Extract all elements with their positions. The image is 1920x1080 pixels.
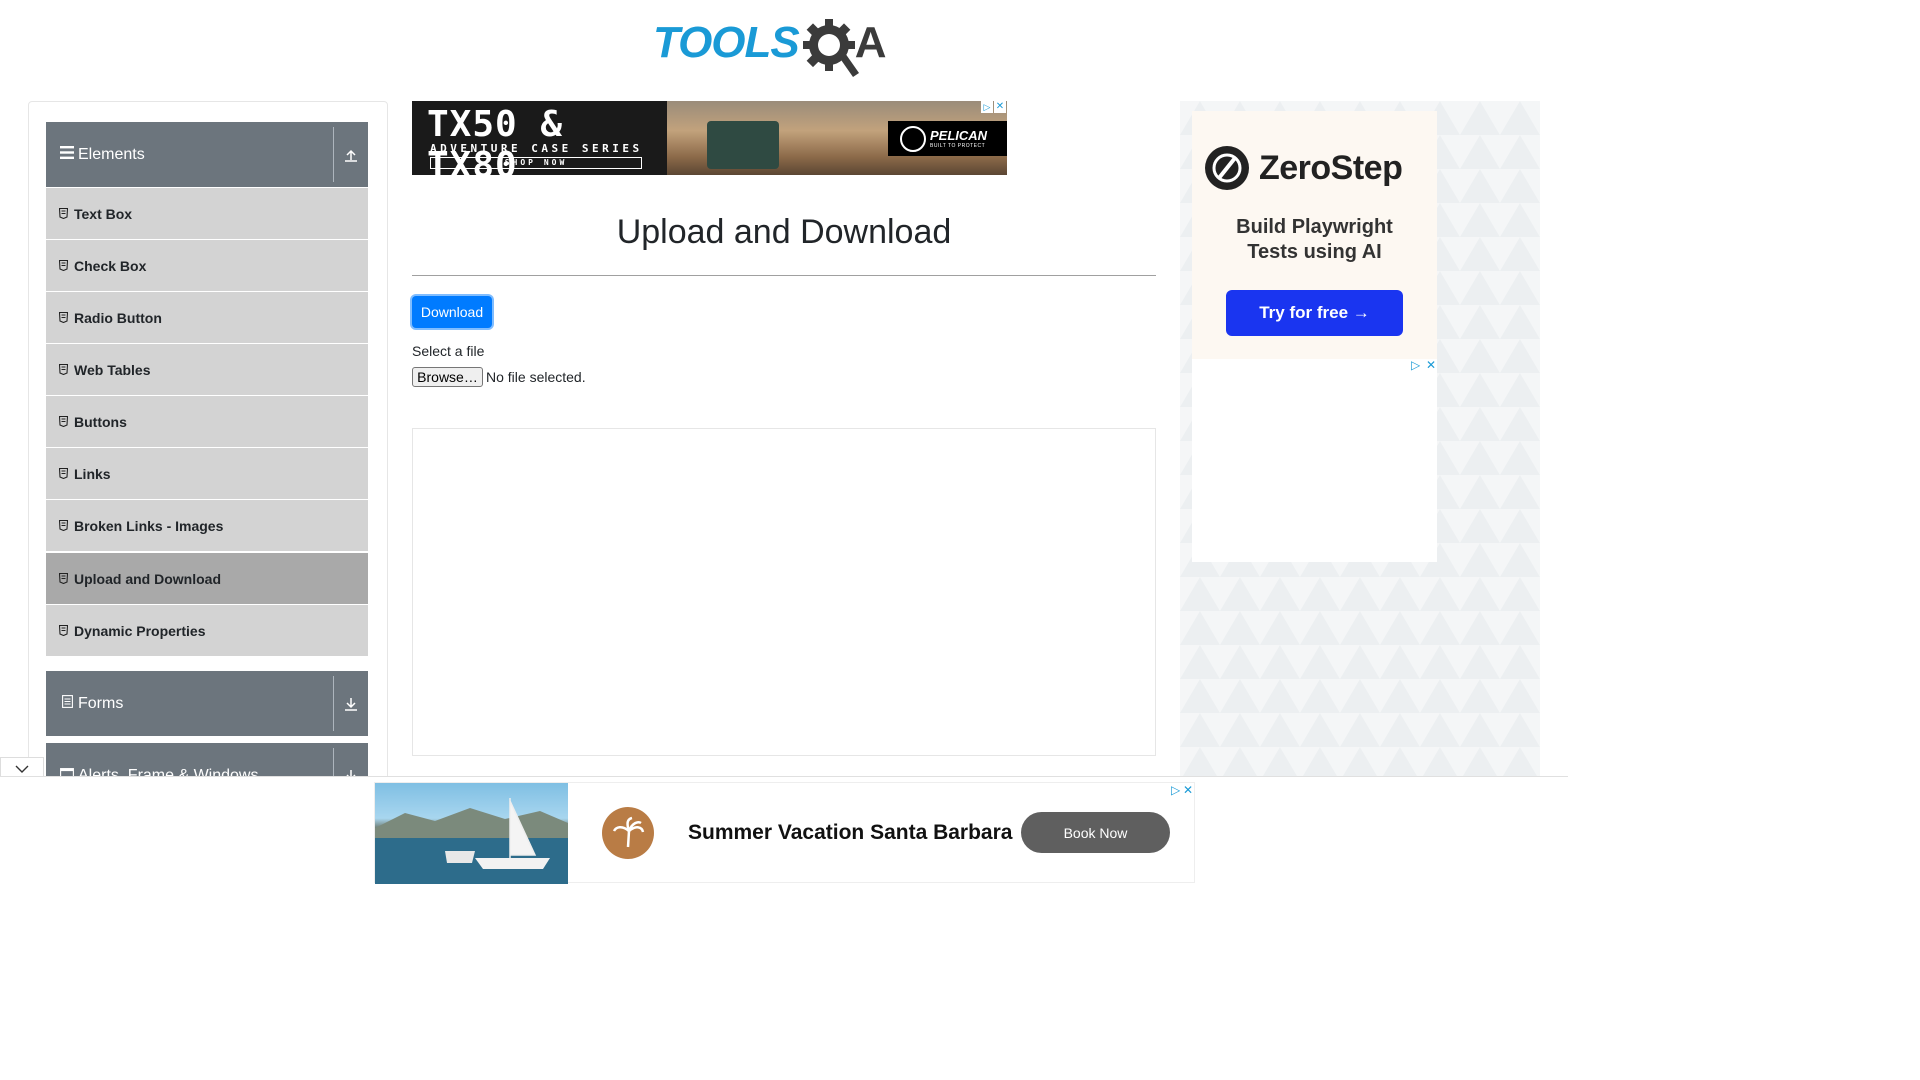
sidebar-item-label: Links [74,465,111,482]
collapse-up-icon[interactable] [334,122,368,187]
gear-q-icon [801,17,859,77]
top-banner-ad[interactable]: TX50 & TX80 ADVENTURE CASE SERIES SHOP N… [412,101,1007,175]
sidebar-item-label: Broken Links - Images [74,517,224,534]
left-sidebar: Elements Text Box Check Box Radio Button… [28,101,388,801]
zerostep-tagline: Build Playwright Tests using AI [1192,215,1437,265]
title-divider [412,275,1156,276]
pelican-mark-icon [900,125,926,152]
adchoices-icon[interactable]: ▷ [981,101,993,113]
sidebar-item-label: Text Box [74,205,133,222]
sidebar-item-label: Radio Button [74,309,162,326]
ad-subline: ADVENTURE CASE SERIES [430,142,643,155]
pelican-logo: PELICAN BUILT TO PROTECT [888,121,1007,156]
item-icon [58,625,68,636]
hamburger-icon [60,146,74,163]
sidebar-item-broken-links[interactable]: Broken Links - Images [46,500,368,551]
chevron-down-icon [15,765,29,773]
pelican-tagline: BUILT TO PROTECT [930,143,986,149]
sidebar-item-links[interactable]: Links [46,448,368,499]
close-icon[interactable]: ✕ [1183,783,1193,797]
group-label-elements: Elements [78,145,145,163]
bottom-ad-text: Summer Vacation Santa Barbara [688,821,1013,844]
ad-shop-now[interactable]: SHOP NOW [430,157,642,169]
logo-text-tools: TOOLS [653,18,800,67]
book-now-button[interactable]: Book Now [1021,812,1170,853]
item-icon [58,520,68,531]
pelican-brand: PELICAN [930,128,988,143]
item-icon [58,260,68,271]
group-label-forms: Forms [78,694,124,712]
adchoices-icon[interactable]: ▷ [1171,783,1180,797]
no-file-text: No file selected. [486,369,586,385]
try-for-free-button[interactable]: Try for free → [1226,290,1403,336]
page-title: Upload and Download [616,213,952,251]
zerostep-logo-icon [1205,146,1249,190]
download-button[interactable]: Download [412,296,492,328]
harbor-photo [375,783,568,884]
sidebar-item-label: Web Tables [74,361,151,378]
item-icon [58,573,68,584]
case-shape [707,121,779,169]
sidebar-item-check-box[interactable]: Check Box [46,240,368,291]
item-icon [58,416,68,427]
site-header: TOOLS A [0,0,1568,90]
right-sidebar-ad: ZeroStep Build Playwright Tests using AI… [1180,101,1540,781]
sidebar-item-radio-button[interactable]: Radio Button [46,292,368,343]
select-file-label: Select a file [412,343,485,359]
zerostep-ad-card[interactable]: ZeroStep Build Playwright Tests using AI… [1192,111,1437,359]
sidebar-item-label: Dynamic Properties [74,622,206,639]
sidebar-item-label: Upload and Download [74,570,221,587]
sidebar-item-web-tables[interactable]: Web Tables [46,344,368,395]
item-icon [58,364,68,375]
sidebar-item-buttons[interactable]: Buttons [46,396,368,447]
adchoices-icon[interactable]: ▷ [1411,358,1420,372]
toolsqa-logo[interactable]: TOOLS A [653,12,887,77]
close-icon[interactable]: ✕ [1426,358,1436,372]
item-icon [58,312,68,323]
sidebar-item-dynamic-properties[interactable]: Dynamic Properties [46,605,368,656]
close-icon[interactable]: ✕ [994,101,1006,113]
group-header-elements[interactable]: Elements [46,122,368,187]
tagline-line2: Tests using AI [1247,241,1382,263]
bottom-banner-ad[interactable]: Summer Vacation Santa Barbara Book Now ▷… [374,782,1195,884]
group-header-forms[interactable]: Forms [46,671,368,736]
form-icon [60,695,74,712]
zerostep-logo: ZeroStep [1205,146,1403,190]
sidebar-item-label: Buttons [74,413,127,430]
item-icon [58,208,68,219]
sidebar-item-label: Check Box [74,257,147,274]
expand-down-icon[interactable] [334,671,368,736]
upload-result-area [412,428,1156,756]
tagline-line1: Build Playwright [1236,216,1393,238]
bottom-ad-bar: Summer Vacation Santa Barbara Book Now ▷… [0,776,1568,884]
item-icon [58,468,68,479]
zerostep-brand: ZeroStep [1259,148,1403,187]
sidebar-item-text-box[interactable]: Text Box [46,188,368,239]
ad-text-panel: TX50 & TX80 ADVENTURE CASE SERIES SHOP N… [412,101,667,175]
palm-logo-icon [602,807,654,859]
ad-blank-area [1192,359,1437,562]
browse-button[interactable]: Browse… [412,367,483,387]
sidebar-item-upload-download[interactable]: Upload and Download [46,553,368,604]
